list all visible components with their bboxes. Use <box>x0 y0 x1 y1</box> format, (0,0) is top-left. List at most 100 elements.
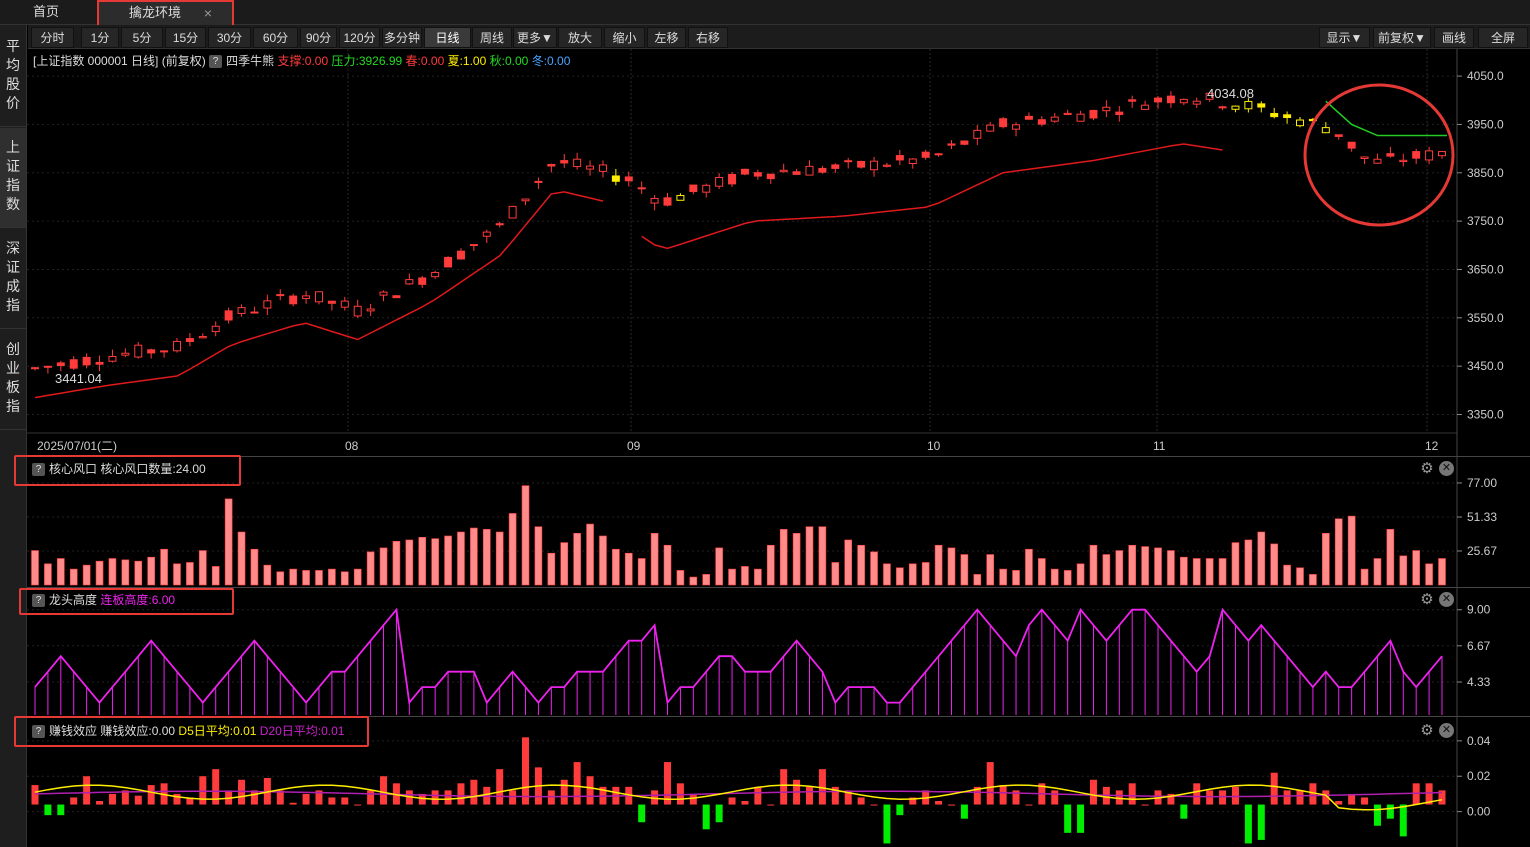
panel3-d20: D20日平均:0.01 <box>259 724 345 738</box>
candle-body <box>1024 115 1033 120</box>
effect-bar <box>1141 804 1149 806</box>
gear-icon[interactable]: ⚙ <box>1419 592 1435 608</box>
toolbar-right-button-1[interactable]: 前复权▼ <box>1373 27 1431 48</box>
effect-bar <box>741 801 749 805</box>
toolbar-right-button-0[interactable]: 显示▼ <box>1319 27 1370 48</box>
effect-bar <box>1283 790 1291 805</box>
effect-bar <box>999 785 1007 805</box>
period-button-2[interactable]: 5分 <box>121 27 163 48</box>
y-tick-label: 3450.0 <box>1467 359 1504 373</box>
candle-body <box>31 367 39 370</box>
x-tick-label: 10 <box>927 439 941 453</box>
effect-bar <box>1257 804 1265 840</box>
period-button-10[interactable]: 周线 <box>472 27 512 48</box>
help-icon[interactable]: ? <box>32 725 45 739</box>
candle-body <box>276 294 285 297</box>
candle-body <box>521 198 530 202</box>
help-icon[interactable]: ? <box>32 463 45 477</box>
gear-icon[interactable]: ⚙ <box>1419 723 1435 739</box>
candle-body <box>573 158 582 168</box>
candle-body <box>650 197 659 204</box>
bar <box>224 498 233 586</box>
period-button-14[interactable]: 左移 <box>647 27 686 48</box>
effect-bar <box>83 776 91 805</box>
bar <box>1141 546 1149 586</box>
nav-item-1[interactable]: 上证指数 <box>0 128 26 228</box>
candle-body <box>702 184 711 193</box>
bar <box>1425 563 1433 586</box>
help-icon[interactable]: ? <box>209 55 223 69</box>
close-icon[interactable]: ✕ <box>1439 592 1454 607</box>
period-button-5[interactable]: 60分 <box>253 27 298 48</box>
candle-body <box>482 231 491 237</box>
effect-bar <box>380 776 388 805</box>
period-button-4[interactable]: 30分 <box>208 27 251 48</box>
period-button-7[interactable]: 120分 <box>339 27 380 48</box>
effect-bar <box>1051 790 1059 805</box>
effect-bar <box>857 797 865 805</box>
candle-body <box>1179 98 1188 104</box>
bar <box>340 571 349 586</box>
tab-home[interactable]: 首页 <box>0 0 92 25</box>
effect-bar <box>702 804 710 830</box>
effect-bar <box>328 797 336 805</box>
period-button-1[interactable]: 1分 <box>81 27 119 48</box>
tab-label: 擒龙环境 <box>129 5 182 20</box>
bar <box>741 566 749 586</box>
bar <box>818 526 827 586</box>
bar <box>689 576 698 586</box>
candle-body <box>611 175 620 182</box>
toolbar-right-button-2[interactable]: 画线 <box>1434 27 1474 48</box>
candle-body <box>1141 104 1150 110</box>
candle-body <box>302 295 311 299</box>
effect-bar <box>250 790 258 805</box>
adjust-mode: (前复权) <box>161 54 206 68</box>
candle-body <box>663 197 672 206</box>
bar <box>1283 564 1291 586</box>
effect-bar <box>728 797 736 805</box>
period-button-3[interactable]: 15分 <box>165 27 206 48</box>
bar <box>534 526 543 586</box>
period-button-13[interactable]: 缩小 <box>604 27 645 48</box>
period-button-11[interactable]: 更多▼ <box>513 27 557 48</box>
gear-icon[interactable]: ⚙ <box>1419 461 1435 477</box>
close-icon[interactable]: ✕ <box>1439 461 1454 476</box>
bar <box>870 551 878 586</box>
y-tick-label: 3550.0 <box>1467 311 1504 325</box>
bar <box>444 535 452 586</box>
bar <box>960 554 969 586</box>
candle-body <box>882 164 891 167</box>
effect-bar <box>1219 790 1227 805</box>
candle-body <box>715 176 724 187</box>
candle-body <box>728 173 737 185</box>
effect-bar <box>31 785 39 805</box>
nav-item-0[interactable]: 平均股价 <box>0 27 26 127</box>
x-tick-label: 2025/07/01(二) <box>37 439 117 453</box>
y-tick-label: 3850.0 <box>1467 166 1504 180</box>
period-button-0[interactable]: 分时 <box>31 27 74 48</box>
toolbar-right-button-3[interactable]: 全屏 <box>1478 27 1528 48</box>
close-icon[interactable]: ✕ <box>1439 723 1454 738</box>
period-button-15[interactable]: 右移 <box>688 27 728 48</box>
candle-body <box>211 325 220 333</box>
period-button-6[interactable]: 90分 <box>300 27 337 48</box>
effect-bar <box>289 802 297 805</box>
nav-item-3[interactable]: 创业板指 <box>0 330 26 430</box>
close-icon[interactable]: × <box>204 2 212 24</box>
period-button-9[interactable]: 日线 <box>424 27 471 48</box>
bar <box>754 568 762 586</box>
bar <box>1025 548 1033 586</box>
help-icon[interactable]: ? <box>32 594 45 608</box>
period-button-12[interactable]: 放大 <box>558 27 602 48</box>
bar <box>908 563 917 586</box>
bar <box>302 570 310 586</box>
candle-body <box>870 160 879 171</box>
candle-body <box>831 164 840 169</box>
bar <box>173 563 181 586</box>
bar <box>289 568 297 586</box>
bar <box>779 529 788 586</box>
bar <box>1076 563 1085 586</box>
period-button-8[interactable]: 多分钟 <box>382 27 422 48</box>
candle-body <box>624 176 633 182</box>
nav-item-2[interactable]: 深证成指 <box>0 229 26 329</box>
